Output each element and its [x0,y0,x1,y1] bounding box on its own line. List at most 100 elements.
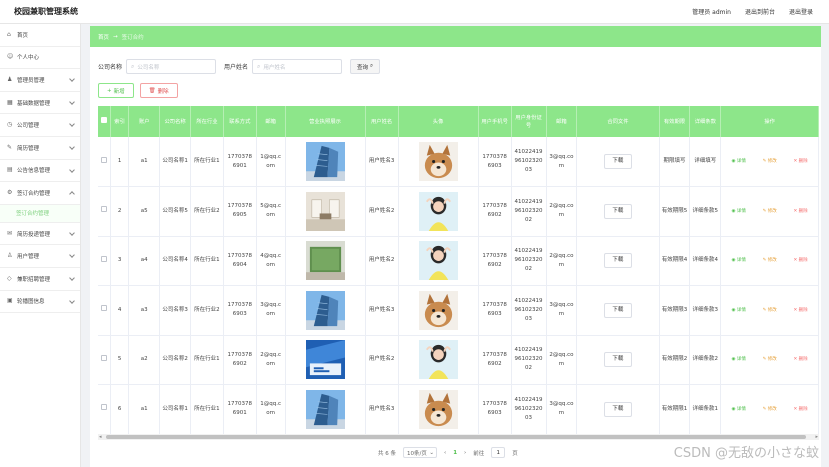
license-image[interactable] [305,290,345,330]
delete-row-button[interactable]: ✕ 删除 [793,207,807,216]
sidebar-item-label: 签订合约管理 [17,190,51,197]
sidebar-item-9[interactable]: ♙ 用户管理 [0,245,80,268]
detail-button[interactable]: ◉ 详情 [732,405,746,414]
sidebar-item-7[interactable]: ⚙ 签订合约管理 [0,182,80,205]
edit-button[interactable]: ✎ 修改 [763,157,777,166]
cell-phone: 17703786905 [223,186,257,237]
delete-row-button[interactable]: ✕ 删除 [793,405,807,414]
row-checkbox[interactable] [100,354,107,361]
detail-button[interactable]: ◉ 详情 [732,306,746,315]
row-checkbox[interactable] [100,404,107,411]
sidebar-item-0[interactable]: ⌂ 首页 [0,24,80,47]
cell-terms: 详细条款1 [689,384,722,435]
download-button[interactable]: 下载 [603,401,632,417]
row-select-cell[interactable] [98,384,111,435]
license-image[interactable] [305,142,345,181]
logout-link[interactable]: 退出登录 [789,7,813,16]
sidebar-subitem-contract[interactable]: 签订合约管理 [0,204,80,223]
current-page[interactable]: 1 [453,450,457,456]
cell-avatar[interactable] [398,335,479,385]
sidebar-item-10[interactable]: ◇ 兼职招聘管理 [0,268,80,291]
license-image[interactable] [305,389,345,429]
row-checkbox[interactable] [100,156,107,163]
row-select-cell[interactable] [98,137,111,187]
goto-page-input[interactable]: 1 [491,447,506,458]
detail-button[interactable]: ◉ 详情 [732,355,746,364]
add-button[interactable]: + 新增 [98,83,134,98]
delete-row-button[interactable]: ✕ 删除 [793,256,807,265]
avatar[interactable] [418,191,458,231]
scrollbar-thumb[interactable] [106,435,806,439]
license-image[interactable] [305,241,345,281]
cell-license-image[interactable] [285,335,366,385]
sidebar-item-3[interactable]: ▦ 基础数据管理 [0,92,80,115]
sidebar-item-11[interactable]: ▣ 轮播图信息 [0,291,80,314]
cell-avatar[interactable] [398,137,479,187]
edit-button[interactable]: ✎ 修改 [763,306,777,315]
detail-button[interactable]: ◉ 详情 [732,256,746,265]
breadcrumb-home[interactable]: 首页 [98,33,109,41]
row-select-cell[interactable] [98,285,111,336]
user-search-input[interactable]: ⌕ 用户姓名 [252,59,343,74]
table-row: 4 a3 公司名称3 所在行业2 17703786903 3@qq.com 用户… [98,285,819,336]
prev-page-button[interactable]: ‹ [444,450,446,456]
download-button[interactable]: 下载 [603,203,632,219]
detail-button[interactable]: ◉ 详情 [732,157,746,166]
download-button[interactable]: 下载 [603,154,632,169]
license-image[interactable] [305,191,345,231]
cell-valid-period: 期限填写 [659,137,691,187]
back-to-front-link[interactable]: 退出到前台 [745,7,775,16]
cell-avatar[interactable] [398,236,479,286]
download-button[interactable]: 下载 [603,302,632,318]
edit-button[interactable]: ✎ 修改 [763,207,777,216]
cell-license-image[interactable] [285,186,366,237]
avatar[interactable] [418,389,458,429]
page-size-select[interactable]: 10条/页 ⌄ [403,447,437,458]
edit-button[interactable]: ✎ 修改 [763,355,777,364]
scroll-right-icon[interactable]: ▸ [815,434,818,440]
download-button[interactable]: 下载 [603,352,632,368]
delete-row-button[interactable]: ✕ 删除 [793,157,807,166]
sidebar-item-1[interactable]: ☺ 个人中心 [0,47,80,70]
sidebar-item-4[interactable]: ◷ 公司管理 [0,114,80,137]
contract-icon: ⚙ [7,188,13,196]
cell-avatar[interactable] [398,285,479,336]
scroll-left-icon[interactable]: ◂ [99,434,102,440]
avatar[interactable] [418,340,458,380]
edit-button[interactable]: ✎ 修改 [763,256,777,265]
horizontal-scrollbar[interactable]: ◂ ▸ [98,434,819,440]
cell-license-image[interactable] [285,137,366,187]
query-button[interactable]: 查询 ⌕ [350,59,381,74]
next-page-button[interactable]: › [464,450,466,456]
avatar[interactable] [418,142,458,181]
cell-account: a5 [128,186,161,237]
cell-avatar[interactable] [398,186,479,237]
avatar[interactable] [418,241,458,281]
delete-button[interactable]: 🗑 删除 [139,83,178,98]
select-all-header[interactable] [98,106,111,137]
row-checkbox[interactable] [100,305,107,312]
cell-license-image[interactable] [285,384,366,435]
row-select-cell[interactable] [98,236,111,286]
delete-row-button[interactable]: ✕ 删除 [793,355,807,364]
edit-button[interactable]: ✎ 修改 [763,405,777,414]
sidebar-item-5[interactable]: ✎ 简历管理 [0,137,80,160]
row-checkbox[interactable] [100,206,107,213]
sidebar-item-8[interactable]: ✉ 简历投递管理 [0,223,80,246]
detail-button[interactable]: ◉ 详情 [732,207,746,216]
row-select-cell[interactable] [98,186,111,237]
avatar[interactable] [418,290,458,330]
cell-avatar[interactable] [398,384,479,435]
cell-license-image[interactable] [285,236,366,286]
download-button[interactable]: 下载 [603,253,632,269]
company-search-input[interactable]: ⌕ 公司名称 [126,59,217,74]
select-all-checkbox[interactable] [100,117,107,123]
cell-license-image[interactable] [285,285,366,336]
sidebar-item-2[interactable]: ♟ 管理员管理 [0,69,80,92]
row-checkbox[interactable] [100,255,107,262]
row-select-cell[interactable] [98,335,111,385]
sidebar-item-6[interactable]: ▤ 公告信息管理 [0,160,80,183]
pagination: 共 6 条 10条/页 ⌄ ‹ 1 › 前往 1 页 [378,447,518,458]
license-image[interactable] [305,340,345,380]
delete-row-button[interactable]: ✕ 删除 [793,306,807,315]
